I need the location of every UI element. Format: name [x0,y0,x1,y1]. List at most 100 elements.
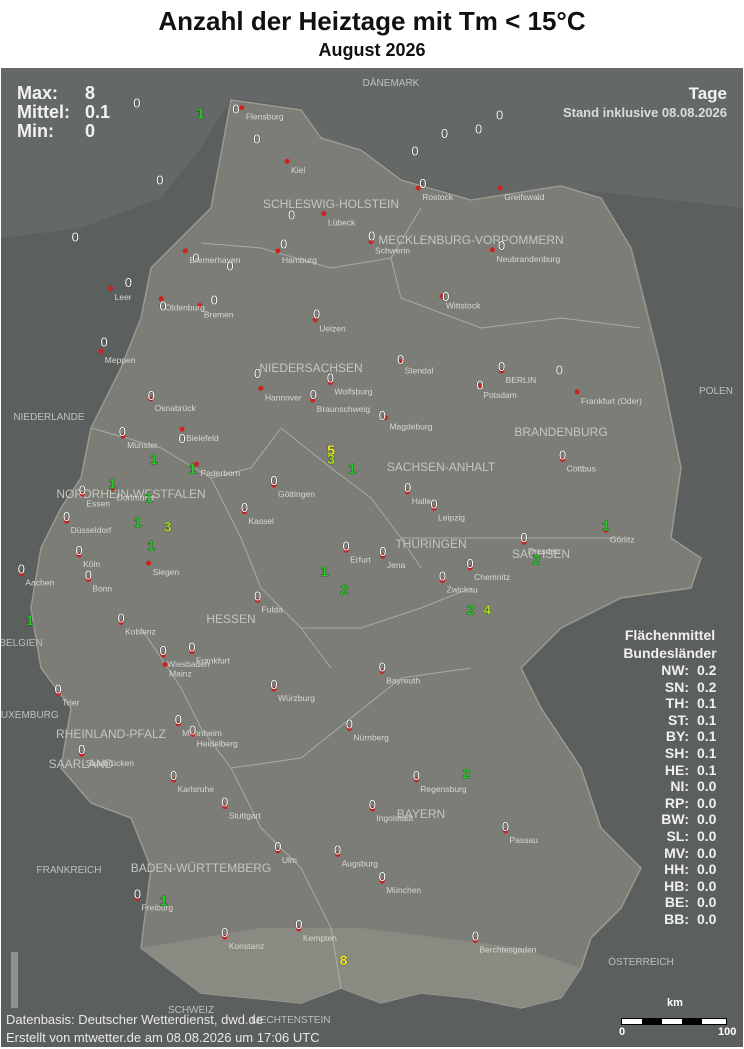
country-label: BELGIEN [1,638,43,649]
state-mean-value: 0.1 [697,761,717,778]
state-code: TH: [665,695,689,712]
region-label: BRANDENBURG [514,425,607,439]
station-value: 0 [159,643,166,658]
station-value: 0 [119,424,126,439]
station-value: 1 [147,537,155,553]
station-value: 0 [498,238,505,253]
station-value: 0 [270,677,277,692]
stats-box: Max: 8 Mittel: 0.1 Min: 0 [17,84,110,141]
city-label: Görlitz [610,535,635,545]
city-label: Rostock [422,192,453,202]
state-mean-row: BW: 0.0 [600,811,740,828]
station-value: 0 [441,126,448,141]
city-dot [239,105,245,111]
stat-max: Max: 8 [17,84,110,103]
state-mean-value: 0.1 [697,695,717,712]
state-mean-row: TH: 0.1 [600,695,740,712]
station-value: 0 [18,562,25,577]
state-mean-row: BE: 0.0 [600,894,740,911]
scalebar [621,1018,727,1025]
city-label: Oldenburg [165,303,205,313]
state-mean-row: BB: 0.0 [600,911,740,928]
city-label: Berchtesgaden [479,945,536,955]
state-mean-value: 0.0 [697,778,717,795]
country-label: LIECHTENSTEIN [252,1015,331,1026]
state-code: SN: [664,678,689,695]
state-mean-value: 0.1 [697,744,717,761]
city-label: Neubrandenburg [496,254,560,264]
country-label: LUXEMBURG [1,710,59,721]
station-value: 0 [170,768,177,783]
station-value: 0 [78,742,85,757]
station-value: 0 [179,431,186,446]
city-label: Bonn [92,583,112,593]
city-label: Freiburg [142,903,174,913]
state-mean-value: 0.2 [697,662,717,678]
station-value: 0 [475,121,482,136]
station-value: 1 [150,451,158,467]
region-label: RHEINLAND-PFALZ [56,727,166,741]
state-code: HE: [664,761,689,778]
station-value: 0 [466,556,473,571]
city-dot [182,248,188,254]
city-label: Passau [510,835,539,845]
station-value: 1 [348,460,356,476]
station-value: 0 [419,176,426,191]
station-value: 0 [125,275,132,290]
station-value: 1 [145,490,153,506]
station-value: 0 [100,334,107,349]
station-value: 0 [498,359,505,374]
station-value: 0 [295,917,302,932]
city-label: Würzburg [278,693,315,703]
stat-max-label: Max: [17,83,59,103]
stat-max-value: 8 [85,83,96,103]
station-value: 0 [175,712,182,727]
stat-min-label: Min: [17,121,54,141]
city-label: Wittstock [446,300,481,310]
city-label: Lübeck [328,218,356,228]
station-value: 0 [369,797,376,812]
state-code: BW: [661,811,689,828]
scalebar-unit: km [667,997,683,1009]
state-mean-value: 0.0 [697,811,717,828]
station-value: 0 [148,388,155,403]
state-mean-row: HH: 0.0 [600,861,740,878]
station-value: 0 [241,500,248,515]
city-label: Meppen [105,355,136,365]
state-mean-value: 0.0 [697,894,717,911]
city-label: Siegen [153,567,180,577]
station-value: 0 [63,509,70,524]
station-value: 0 [270,473,277,488]
station-value: 0 [472,929,479,944]
station-value: 0 [288,207,295,222]
city-label: München [386,885,421,895]
city-label: Heidelberg [197,738,238,748]
station-value: 0 [221,795,228,810]
station-value: 0 [133,96,140,111]
city-label: Hannover [265,392,302,402]
station-value: 0 [379,659,386,674]
city-label: Nürnberg [353,733,389,743]
city-label: Düsseldorf [71,525,112,535]
state-mean-row: NI: 0.0 [600,778,740,795]
city-label: Frankfurt [196,656,231,666]
city-dot [497,185,503,191]
city-label: Chemnitz [474,572,510,582]
city-label: Osnabrück [155,403,197,413]
city-label: Halle [412,496,432,506]
city-dot [258,385,264,391]
station-value: 2 [467,601,475,617]
station-value: 1 [134,514,142,530]
station-value: 0 [280,237,287,252]
city-label: Cottbus [567,463,596,473]
state-mean-value: 0.0 [697,910,717,927]
scalebar-seg-3 [662,1019,682,1024]
station-value: 0 [559,447,566,462]
station-value: 1 [197,105,205,121]
station-value: 0 [379,869,386,884]
station-value: 1 [160,893,168,909]
state-mean-row: HE: 0.1 [600,762,740,779]
state-mean-value: 0.0 [697,877,717,894]
city-label: Kiel [291,165,305,175]
station-value: 0 [556,362,563,377]
